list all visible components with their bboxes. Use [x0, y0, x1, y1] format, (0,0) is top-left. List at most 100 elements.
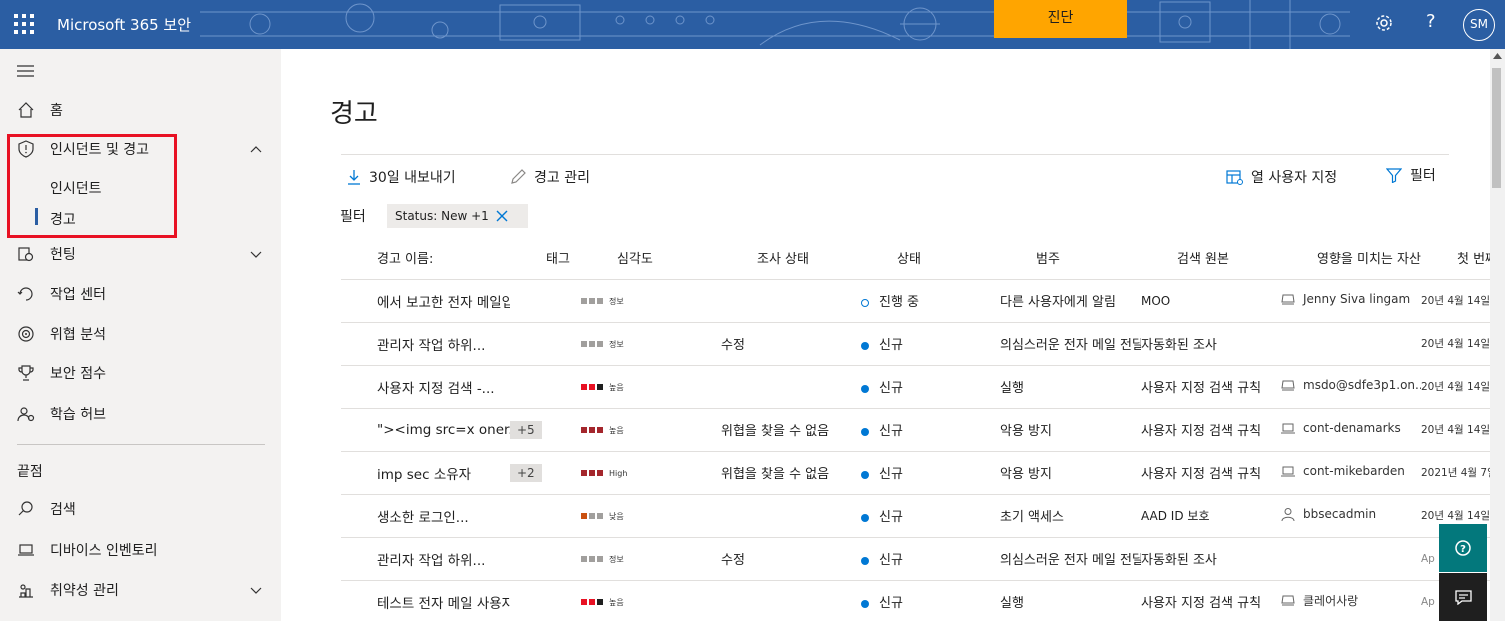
column-header[interactable]: 상태	[861, 236, 1000, 280]
severity-indicator: 낮음	[581, 511, 624, 522]
table-row[interactable]: "><img src=x oner... +5 높음 위협을 찾을 수 없음 신규 악용 …	[341, 408, 1501, 452]
alert-name[interactable]: 에서 보고한 전자 메일입니다.	[341, 279, 510, 323]
first-activity-cell: 20년 4월 14일?	[1421, 279, 1501, 323]
status-cell: 신규	[861, 494, 1000, 538]
table-row[interactable]: 생소한 로그인... 낮음 신규 초기 액세스 AAD ID 보호 bbsecadmin 2…	[341, 494, 1501, 538]
tag-count-badge[interactable]: +5	[510, 420, 542, 439]
scrollbar-thumb[interactable]	[1492, 68, 1501, 188]
severity-cell: High	[581, 451, 721, 495]
filter-label: 필터	[1410, 168, 1436, 184]
alert-name[interactable]: imp sec 소유자	[341, 451, 510, 495]
nav-threat-analytics-label: 위협 분석	[50, 327, 106, 343]
table-row[interactable]: 사용자 지정 검색 -... 높음 신규 실행 사용자 지정 검색 규칙 msdo@sdf…	[341, 365, 1501, 409]
table-row[interactable]: 관리자 작업 하위... 정보 수정 신규 의심스러운 전자 메일 전달 활동자동화된 …	[341, 322, 1501, 366]
column-header[interactable]: 검색 원본	[1141, 236, 1281, 280]
nav-action-center-label: 작업 센터	[50, 287, 106, 303]
impacted-asset[interactable]: msdo@sdfe3p1.on...	[1281, 378, 1421, 392]
first-activity-date: 20년 4월 14일?	[1421, 338, 1496, 350]
manage-alert-button[interactable]: 경고 관리	[510, 167, 590, 187]
column-header[interactable]: 첫 번째 활동	[1421, 236, 1501, 280]
chevron-down-icon[interactable]	[249, 583, 263, 597]
first-activity-date: 20년 4월 14일?	[1421, 295, 1496, 307]
diagnose-button[interactable]: 진단	[994, 0, 1127, 38]
impacted-asset[interactable]: bbsecadmin	[1281, 507, 1376, 521]
severity-indicator: 정보	[581, 554, 624, 565]
alert-name[interactable]: "><img src=x oner...	[341, 408, 510, 452]
table-row[interactable]: 에서 보고한 전자 메일입니다. 정보 진행 중 다른 사용자에게 알림MOO Jenn…	[341, 279, 1501, 323]
help-button[interactable]: ?	[1439, 524, 1487, 572]
customize-columns-icon	[1226, 170, 1243, 185]
nav-divider	[17, 444, 265, 445]
alert-name[interactable]: 관리자 작업 하위...	[341, 537, 510, 581]
category: 다른 사용자에게 알림	[1000, 279, 1141, 323]
alert-name[interactable]: 테스트 전자 메일 사용자 지정 .	[341, 580, 510, 621]
impacted-asset-label: cont-mikebarden	[1303, 463, 1405, 478]
impacted-asset[interactable]: cont-denamarks	[1281, 421, 1401, 435]
column-header[interactable]: 심각도	[581, 236, 721, 280]
first-activity-cell: 20년 4월 14일?	[1421, 365, 1501, 409]
feedback-button[interactable]	[1439, 573, 1487, 621]
chevron-up-icon[interactable]	[249, 142, 263, 156]
alert-name[interactable]: 사용자 지정 검색 -...	[341, 365, 510, 409]
investigation-state: 수정	[721, 537, 861, 581]
column-header[interactable]: 범주	[1000, 236, 1141, 280]
user-avatar[interactable]: SM	[1463, 9, 1495, 41]
severity-indicator: 정보	[581, 296, 624, 307]
column-header[interactable]: 경고 이름:	[341, 236, 510, 280]
nav-threat-analytics[interactable]: 위협 분석	[0, 319, 281, 349]
column-header[interactable]: 조사 상태	[721, 236, 861, 280]
search-icon	[18, 501, 33, 516]
divider	[341, 154, 1449, 155]
scroll-up-arrow-icon[interactable]	[1493, 53, 1502, 59]
impacted-asset[interactable]: Jenny Siva lingam	[1281, 292, 1410, 306]
mailbox-icon	[1281, 380, 1295, 390]
nav-vuln-mgmt[interactable]: 취약성 관리	[0, 575, 281, 605]
app-launcher-icon[interactable]	[14, 14, 34, 34]
table-row[interactable]: 관리자 작업 하위... 정보 수정 신규 의심스러운 전자 메일 전달 활동자동화된 …	[341, 537, 1501, 581]
impacted-asset[interactable]: 클레어사랑	[1281, 592, 1358, 609]
laptop-icon	[18, 544, 34, 556]
action-center-icon	[17, 287, 33, 301]
filter-button[interactable]: 필터	[1386, 165, 1436, 185]
table-row[interactable]: 테스트 전자 메일 사용자 지정 . 높음 신규 실행사용자 지정 검색 규칙 클레어사…	[341, 580, 1501, 621]
impacted-asset[interactable]: cont-mikebarden	[1281, 464, 1405, 478]
hamburger-menu-icon[interactable]	[17, 65, 34, 77]
tag-cell	[510, 494, 581, 538]
nav-hunting-label: 헌팅	[50, 247, 76, 263]
severity-indicator: 높음	[581, 425, 624, 436]
first-activity-date: Ap	[1421, 596, 1435, 608]
nav-search[interactable]: 검색	[0, 494, 281, 524]
filter-chip-status[interactable]: Status: New +1	[387, 204, 528, 228]
nav-action-center[interactable]: 작업 센터	[0, 279, 281, 309]
nav-learning-hub-label: 학습 허브	[50, 407, 106, 423]
status-cell: 신규	[861, 322, 1000, 366]
status-cell: 신규	[861, 537, 1000, 581]
severity-indicator: 정보	[581, 339, 624, 350]
nav-secure-score[interactable]: 보안 점수	[0, 358, 281, 388]
alert-name[interactable]: 생소한 로그인...	[341, 494, 510, 538]
severity-bar	[597, 470, 603, 476]
severity-cell: 정보	[581, 322, 721, 366]
nav-home[interactable]: 홈	[0, 95, 281, 125]
alert-name[interactable]: 관리자 작업 하위...	[341, 322, 510, 366]
severity-cell: 높음	[581, 408, 721, 452]
column-header[interactable]: 태그	[510, 236, 581, 280]
table-row[interactable]: imp sec 소유자 +2 High 위협을 찾을 수 없음 신규 악용 방지 사용자 지…	[341, 451, 1501, 495]
close-icon[interactable]	[495, 209, 509, 223]
nav-device-inventory[interactable]: 디바이스 인벤토리	[0, 535, 281, 565]
status-label: 신규	[879, 596, 903, 611]
severity-bar	[581, 427, 587, 433]
customize-columns-button[interactable]: 열 사용자 지정	[1226, 167, 1337, 187]
export-button[interactable]: 30일 내보내기	[347, 167, 456, 187]
column-header[interactable]: 영향을 미치는 자산	[1281, 236, 1421, 280]
help-question-icon[interactable]: ?	[1426, 11, 1436, 32]
severity-indicator: High	[581, 469, 627, 478]
nav-hunting[interactable]: 헌팅	[0, 239, 281, 269]
investigation-state: 위협을 찾을 수 없음	[721, 408, 861, 452]
chevron-down-icon[interactable]	[249, 247, 263, 261]
settings-gear-icon[interactable]	[1375, 14, 1393, 32]
tag-count-badge[interactable]: +2	[510, 463, 542, 482]
nav-learning-hub[interactable]: 학습 허브	[0, 399, 281, 429]
severity-label: High	[609, 468, 628, 478]
severity-cell: 높음	[581, 580, 721, 621]
